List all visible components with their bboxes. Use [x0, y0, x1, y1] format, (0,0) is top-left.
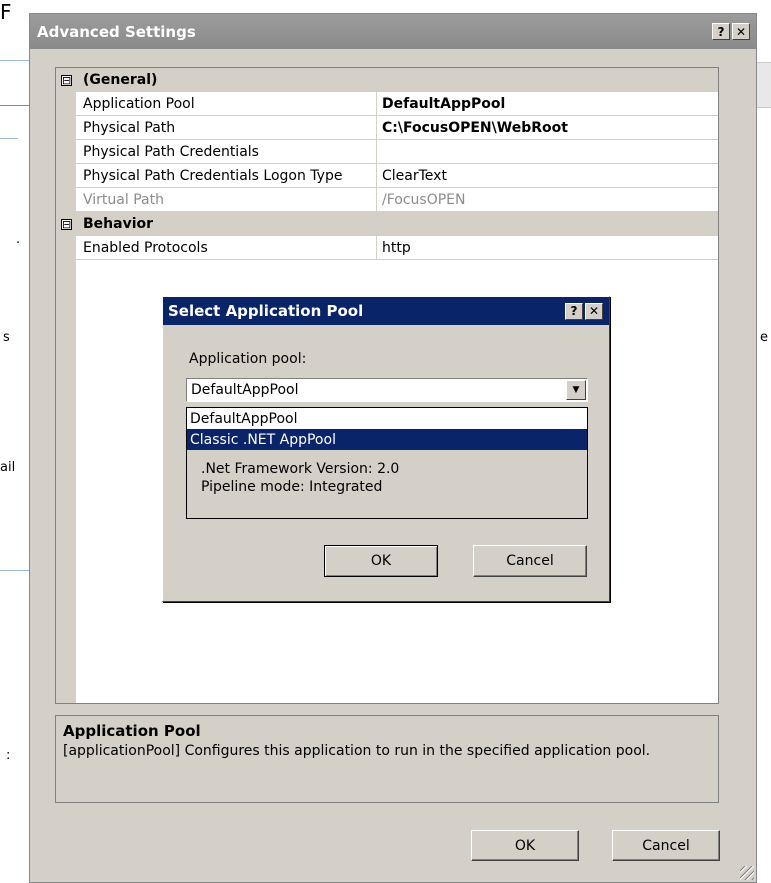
resize-grip-icon[interactable]: [740, 866, 754, 880]
framework-version-text: .Net Framework Version: 2.0: [201, 461, 400, 477]
property-value: /FocusOPEN: [382, 192, 466, 208]
background-divider: [0, 138, 18, 139]
dialog-cancel-button[interactable]: Cancel: [473, 545, 587, 577]
category-label: Behavior: [83, 216, 154, 232]
property-name: Physical Path Credentials Logon Type: [83, 168, 343, 184]
background-text-fragment: s: [3, 330, 10, 345]
cancel-button[interactable]: Cancel: [612, 830, 720, 861]
background-dot: ·: [16, 236, 21, 251]
property-value[interactable]: ClearText: [382, 168, 447, 184]
property-row-enabled-protocols[interactable]: Enabled Protocols http: [56, 236, 718, 260]
dropdown-option-defaultapppool[interactable]: DefaultAppPool: [187, 408, 587, 429]
dialog-help-button[interactable]: ?: [565, 302, 583, 320]
property-value[interactable]: http: [382, 240, 411, 256]
application-pool-dropdown-list: DefaultAppPool Classic .NET AppPool .Net…: [186, 407, 588, 519]
description-title: Application Pool: [63, 722, 201, 740]
chevron-down-icon[interactable]: ▼: [566, 380, 586, 400]
dropdown-option-classic-net-apppool[interactable]: Classic .NET AppPool: [187, 429, 587, 450]
window-titlebar[interactable]: Advanced Settings ? ✕: [30, 14, 756, 49]
column-divider: [376, 236, 377, 260]
property-name: Virtual Path: [83, 192, 164, 208]
column-divider: [376, 140, 377, 164]
category-general[interactable]: ⊟ (General): [56, 68, 718, 92]
select-application-pool-dialog: Select Application Pool ? ✕ Application …: [162, 296, 610, 602]
help-button[interactable]: ?: [712, 23, 730, 40]
column-divider: [376, 116, 377, 140]
dialog-close-button[interactable]: ✕: [585, 302, 603, 320]
dialog-ok-button[interactable]: OK: [324, 545, 438, 577]
property-row-application-pool[interactable]: Application Pool DefaultAppPool: [56, 92, 718, 116]
description-text: [applicationPool] Configures this applic…: [63, 743, 651, 759]
column-divider: [376, 164, 377, 188]
property-row-virtual-path[interactable]: Virtual Path /FocusOPEN: [56, 188, 718, 212]
pool-info: .Net Framework Version: 2.0 Pipeline mod…: [187, 450, 587, 496]
window-title: Advanced Settings: [37, 22, 196, 41]
background-window-title-fragment: F: [0, 0, 12, 24]
dialog-title: Select Application Pool: [168, 302, 364, 320]
pipeline-mode-text: Pipeline mode: Integrated: [201, 479, 383, 495]
background-text-fragment: e: [760, 330, 768, 345]
application-pool-combobox[interactable]: DefaultAppPool ▼: [186, 378, 588, 402]
property-row-logon-type[interactable]: Physical Path Credentials Logon Type Cle…: [56, 164, 718, 188]
background-text-fragment: :: [6, 748, 11, 763]
dialog-titlebar[interactable]: Select Application Pool ? ✕: [163, 297, 609, 325]
property-name: Physical Path: [83, 120, 176, 136]
close-button[interactable]: ✕: [732, 23, 750, 40]
background-divider: [0, 60, 29, 61]
category-behavior[interactable]: ⊟ Behavior: [56, 212, 718, 236]
property-value[interactable]: C:\FocusOPEN\WebRoot: [382, 120, 568, 136]
background-divider: [0, 570, 29, 571]
combobox-selected-value: DefaultAppPool: [191, 382, 299, 398]
property-name: Enabled Protocols: [83, 240, 208, 256]
property-row-physical-path-credentials[interactable]: Physical Path Credentials: [56, 140, 718, 164]
row-divider: [76, 259, 718, 260]
application-pool-label: Application pool:: [189, 351, 307, 367]
column-divider: [376, 188, 377, 212]
ok-button[interactable]: OK: [471, 830, 579, 861]
property-value[interactable]: DefaultAppPool: [382, 96, 505, 112]
collapse-icon[interactable]: ⊟: [61, 74, 72, 86]
category-label: (General): [83, 72, 158, 88]
property-name: Physical Path Credentials: [83, 144, 259, 160]
property-name: Application Pool: [83, 96, 195, 112]
background-divider: [0, 105, 29, 106]
column-divider: [376, 92, 377, 116]
background-text-fragment: ail: [0, 460, 16, 475]
description-panel: Application Pool [applicationPool] Confi…: [55, 715, 719, 803]
collapse-icon[interactable]: ⊟: [61, 218, 72, 230]
property-row-physical-path[interactable]: Physical Path C:\FocusOPEN\WebRoot: [56, 116, 718, 140]
